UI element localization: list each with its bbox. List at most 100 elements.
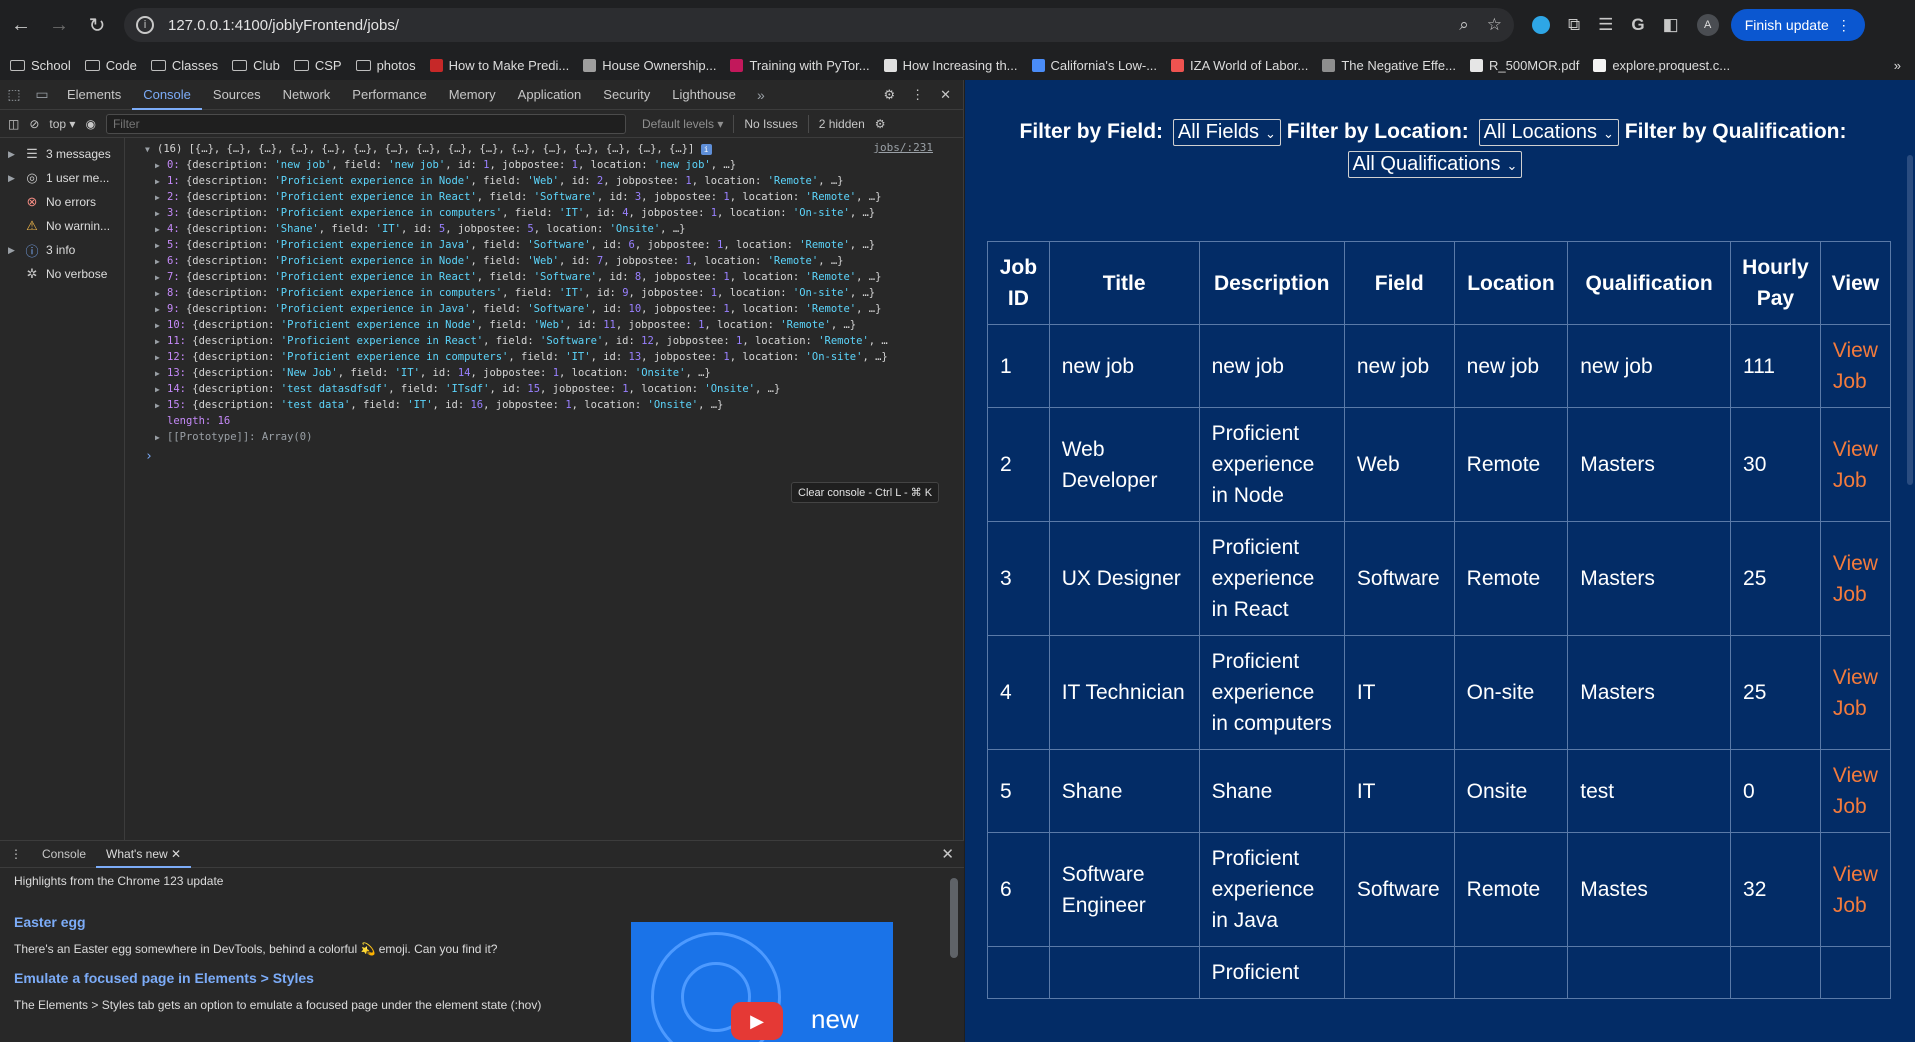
bookmark-item[interactable]: R_500MOR.pdf [1469,58,1579,73]
view-job-link[interactable]: View Job [1833,764,1878,818]
side-panel-icon[interactable]: ◧ [1663,15,1679,35]
clear-console-icon[interactable]: ⊘ [29,117,39,131]
console-entry[interactable]: ▶ 9: {description: 'Proficient experience… [145,301,963,317]
console-entry[interactable]: ▶ 0: {description: 'new job', field: 'new… [145,157,963,173]
console-entry[interactable]: ▶ 5: {description: 'Proficient experience… [145,237,963,253]
bookmark-item[interactable]: How Increasing th... [883,58,1018,73]
console-entry[interactable]: ▶ 12: {description: 'Proficient experienc… [145,349,963,365]
console-sidebar-item[interactable]: ⊗ No errors [0,190,124,214]
close-drawer-icon[interactable]: ✕ [941,845,964,863]
log-levels-dropdown[interactable]: Default levels ▾ [642,117,723,131]
extensions-puzzle-icon[interactable]: ⧉ [1568,15,1580,35]
devtools-tab-network[interactable]: Network [272,80,342,110]
drawer-tab-whats-new[interactable]: What's new ✕ [96,840,192,868]
drawer-scrollbar[interactable] [950,878,958,958]
drawer-tab-console[interactable]: Console [32,840,96,868]
console-entry[interactable]: ▶ 11: {description: 'Proficient experienc… [145,333,963,349]
sidebar-toggle-icon[interactable]: ◫ [8,117,19,131]
bookmark-star-icon[interactable]: ☆ [1487,15,1502,35]
devtools-tab-console[interactable]: Console [132,80,202,110]
bookmarks-overflow-icon[interactable]: » [1894,58,1915,73]
console-entry[interactable]: ▶ 3: {description: 'Proficient experience… [145,205,963,221]
extension-icon[interactable] [1532,16,1550,34]
bookmark-item[interactable]: IZA World of Labor... [1171,58,1308,73]
devtools-tab-memory[interactable]: Memory [438,80,507,110]
view-job-link[interactable]: View Job [1833,339,1878,393]
bookmark-item[interactable]: School [10,58,71,73]
bookmark-item[interactable]: California's Low-... [1031,58,1157,73]
site-info-icon[interactable]: i [136,16,154,34]
view-job-link[interactable]: View Job [1833,552,1878,606]
console-source-link[interactable]: jobs/:231 [873,141,933,154]
bookmark-item[interactable]: Classes [150,58,218,73]
more-tabs-icon[interactable]: » [747,87,775,103]
avatar[interactable]: A [1696,14,1719,36]
console-entry[interactable]: ▶ 8: {description: 'Proficient experience… [145,285,963,301]
page-scrollbar[interactable] [1903,80,1915,1042]
drawer-menu-icon[interactable]: ⋮ [0,840,32,868]
live-expression-eye-icon[interactable]: ◉ [85,117,95,131]
console-sidebar-item[interactable]: ▶ ⓘ 3 info [0,238,124,262]
devtools-tab-elements[interactable]: Elements [56,80,132,110]
play-icon[interactable]: ▶ [731,1002,783,1040]
console-settings-gear-icon[interactable]: ⚙ [875,117,886,131]
context-selector[interactable]: top ▾ [49,117,75,131]
view-job-link[interactable]: View Job [1833,666,1878,720]
console-sidebar-item[interactable]: ⚠ No warnin... [0,214,124,238]
address-bar[interactable]: i 127.0.0.1:4100/joblyFrontend/jobs/ ⌕ ☆ [124,8,1514,42]
bookmark-item[interactable]: The Negative Effe... [1322,58,1456,73]
bookmark-item[interactable]: photos [355,58,416,73]
reload-icon[interactable]: ↻ [80,8,114,42]
bookmark-item[interactable]: Training with PyTor... [730,58,870,73]
zoom-icon[interactable]: ⌕ [1459,15,1469,35]
view-job-link[interactable]: View Job [1833,438,1878,492]
console-sidebar-item[interactable]: ▶ ☰ 3 messages [0,142,124,166]
view-job-link[interactable]: View Job [1833,863,1878,917]
devtools-tab-application[interactable]: Application [507,80,593,110]
devtools-tab-security[interactable]: Security [592,80,661,110]
more-options-icon[interactable]: ⋮ [911,87,924,103]
back-icon[interactable]: ← [4,8,38,42]
whats-new-video-thumbnail[interactable]: ▶ new [631,922,893,1042]
cell-pay: 25 [1730,521,1821,636]
location-filter-select[interactable]: All Locations ⌄ [1478,118,1619,146]
console-filter-input[interactable] [105,113,626,134]
console-entry[interactable]: ▶ 1: {description: 'Proficient experience… [145,173,963,189]
url-text[interactable]: 127.0.0.1:4100/joblyFrontend/jobs/ [168,17,399,34]
console-entry[interactable]: ▶ 15: {description: 'test data', field: '… [145,397,963,413]
bookmark-item[interactable]: Code [84,58,137,73]
devtools-tab-sources[interactable]: Sources [202,80,272,110]
device-toolbar-icon[interactable]: ▭ [28,86,56,103]
console-entry[interactable]: ▶ 7: {description: 'Proficient experience… [145,269,963,285]
console-entry[interactable]: ▶ 2: {description: 'Proficient experience… [145,189,963,205]
devtools-tab-performance[interactable]: Performance [341,80,437,110]
bookmark-item[interactable]: How to Make Predi... [429,58,569,73]
console-entry[interactable]: ▶ 4: {description: 'Shane', field: 'IT', … [145,221,963,237]
console-sidebar-item[interactable]: ✲ No verbose [0,262,124,286]
forward-icon[interactable]: → [42,8,76,42]
inspect-element-icon[interactable]: ⬚ [0,86,28,103]
close-tab-icon[interactable]: ✕ [171,847,181,861]
console-entry[interactable]: ▶ 10: {description: 'Proficient experienc… [145,317,963,333]
devtools-tab-lighthouse[interactable]: Lighthouse [661,80,747,110]
google-icon[interactable]: G [1631,15,1644,35]
close-devtools-icon[interactable]: ✕ [940,87,951,103]
console-prompt[interactable]: › [145,449,963,464]
bookmark-item[interactable]: Club [232,58,280,73]
field-filter-select[interactable]: All Fields ⌄ [1172,118,1281,146]
qualification-filter-select[interactable]: All Qualifications ⌄ [1347,150,1523,178]
console-array-header[interactable]: ▼ (16) [{…}, {…}, {…}, {…}, {…}, {…}, {…}… [145,141,963,157]
array-prototype[interactable]: ▶ [[Prototype]]: Array(0) [145,429,963,445]
console-entry[interactable]: ▶ 14: {description: 'test datasdfsdf', fi… [145,381,963,397]
console-entry[interactable]: ▶ 13: {description: 'New Job', field: 'IT… [145,365,963,381]
issues-button[interactable]: No Issues [744,117,797,131]
console-sidebar-item[interactable]: ▶ ◎ 1 user me... [0,166,124,190]
console-entry[interactable]: ▶ 6: {description: 'Proficient experience… [145,253,963,269]
finish-update-button[interactable]: Finish update ⋮ [1730,9,1865,41]
settings-gear-icon[interactable]: ⚙ [883,87,895,103]
bookmark-item[interactable]: explore.proquest.c... [1593,58,1730,73]
reading-list-icon[interactable]: ☰ [1598,15,1613,35]
scrollbar-thumb[interactable] [1907,155,1913,485]
bookmark-item[interactable]: CSP [293,58,342,73]
bookmark-item[interactable]: House Ownership... [583,58,716,73]
